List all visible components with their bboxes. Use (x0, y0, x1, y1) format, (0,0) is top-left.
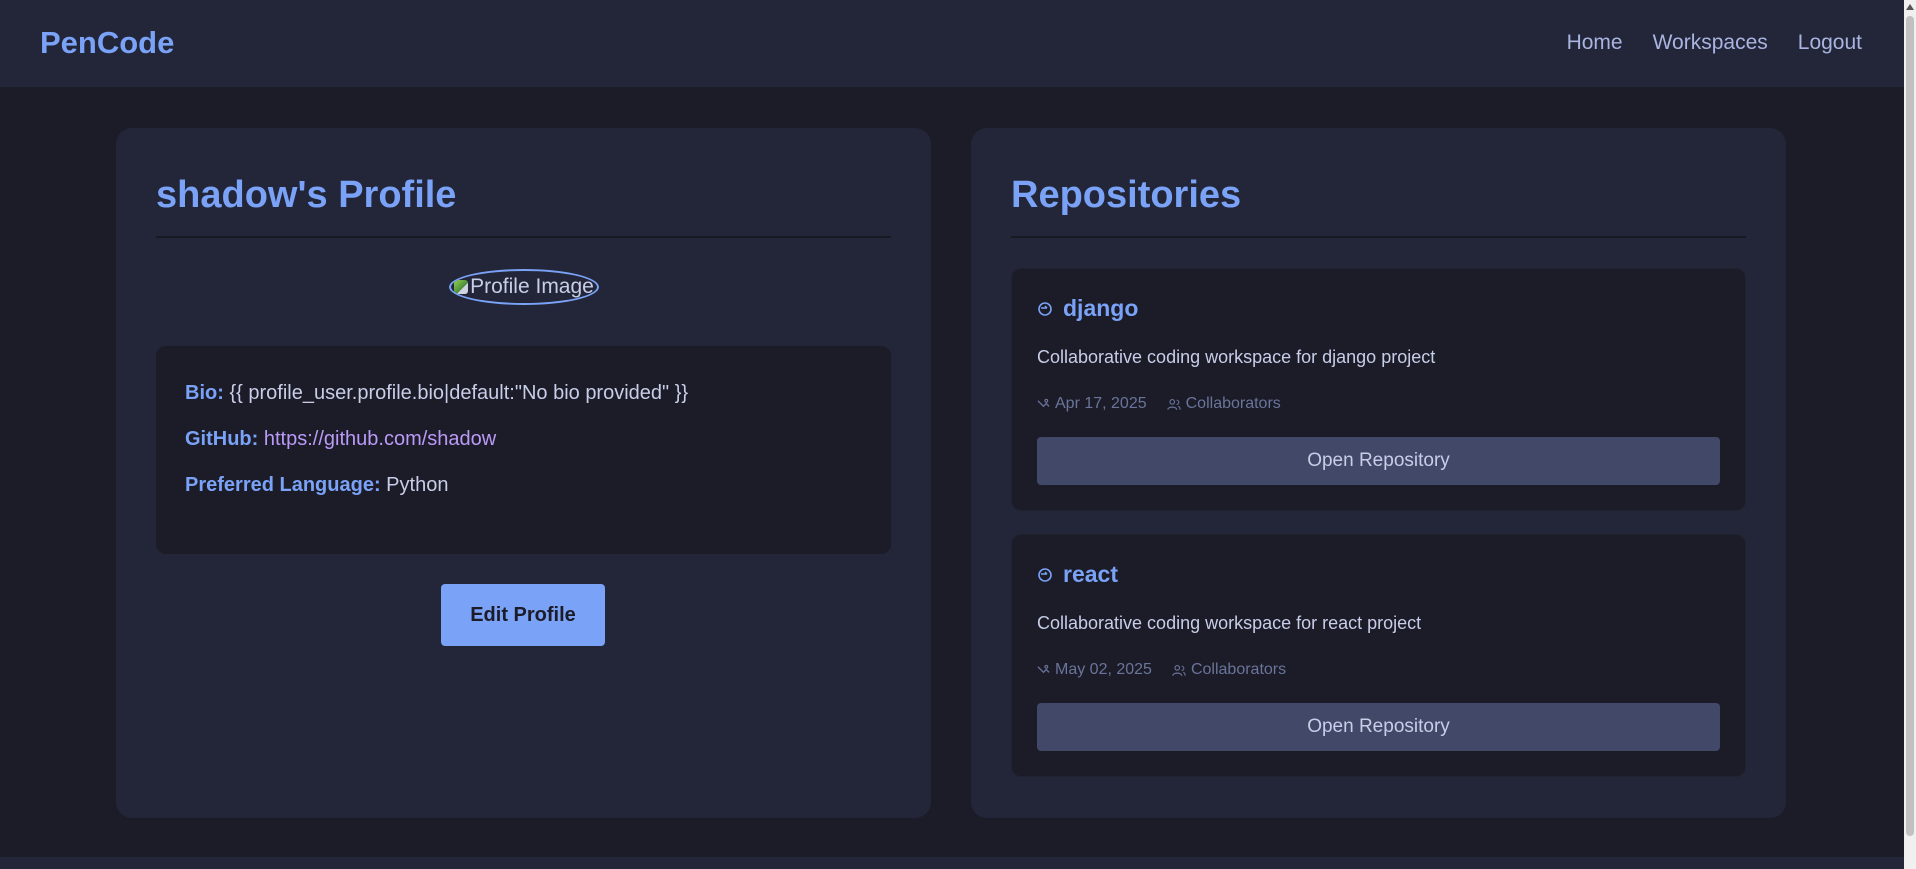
broken-image-icon (454, 280, 469, 294)
repositories-card: Repositories django Collaborative coding… (971, 128, 1786, 818)
top-navbar: PenCode Home Workspaces Logout (0, 0, 1904, 88)
scroll-up-arrow-icon[interactable] (1906, 4, 1914, 10)
repo-date-text: Apr 17, 2025 (1055, 395, 1147, 412)
calendar-icon (1037, 664, 1050, 673)
repo-name[interactable]: react (1063, 561, 1118, 588)
repo-meta: May 02, 2025 Collaborators (1037, 661, 1286, 679)
repo-collaborators-text: Collaborators (1185, 395, 1281, 412)
repo-name[interactable]: django (1063, 295, 1138, 322)
scrollbar-thumb[interactable] (1906, 16, 1914, 836)
repositories-title-divider (1011, 236, 1746, 238)
page-scrollbar[interactable] (1904, 0, 1916, 869)
git-branch-icon (1038, 301, 1052, 316)
repo-card: react Collaborative coding workspace for… (1011, 534, 1746, 777)
users-icon (1166, 398, 1181, 410)
open-repository-button[interactable]: Open Repository (1037, 437, 1720, 485)
users-icon (1172, 664, 1186, 676)
footer-strip (0, 857, 1904, 869)
nav-workspaces-link[interactable]: Workspaces (1653, 31, 1768, 55)
profile-info-box: Bio: {{ profile_user.profile.bio|default… (156, 346, 891, 554)
profile-image-alt: Profile Image (470, 275, 594, 298)
nav-logout-link[interactable]: Logout (1798, 31, 1862, 55)
github-link[interactable]: https://github.com/shadow (264, 428, 496, 450)
repo-collaborators: Collaborators (1166, 395, 1281, 413)
repo-date: May 02, 2025 (1037, 661, 1152, 679)
repo-date: Apr 17, 2025 (1037, 395, 1147, 413)
repo-description: Collaborative coding workspace for djang… (1037, 347, 1436, 367)
open-repository-button[interactable]: Open Repository (1037, 703, 1720, 751)
git-branch-icon (1038, 567, 1052, 582)
profile-title-divider (156, 236, 891, 238)
repo-card: django Collaborative coding workspace fo… (1011, 268, 1746, 511)
language-row: Preferred Language: Python (185, 474, 448, 497)
github-row: GitHub: https://github.com/shadow (185, 428, 496, 451)
language-label: Preferred Language: (185, 474, 381, 496)
profile-card: shadow's Profile Profile Image Bio: {{ p… (116, 128, 931, 818)
nav-home-link[interactable]: Home (1567, 31, 1623, 55)
profile-avatar: Profile Image (449, 269, 599, 305)
calendar-icon (1037, 398, 1050, 407)
nav-links: Home Workspaces Logout (1567, 31, 1862, 55)
repo-header: django (1037, 295, 1138, 322)
edit-profile-button[interactable]: Edit Profile (441, 584, 605, 646)
repo-description: Collaborative coding workspace for react… (1037, 613, 1422, 633)
brand-logo[interactable]: PenCode (40, 25, 174, 61)
repo-header: react (1037, 561, 1118, 588)
repo-collaborators: Collaborators (1172, 661, 1286, 679)
profile-title: shadow's Profile (156, 174, 457, 216)
language-value: Python (386, 474, 449, 496)
bio-label: Bio: (185, 382, 224, 404)
repo-meta: Apr 17, 2025 Collaborators (1037, 395, 1281, 413)
bio-value: {{ profile_user.profile.bio|default:"No … (229, 382, 689, 404)
github-label: GitHub: (185, 428, 259, 450)
repo-date-text: May 02, 2025 (1055, 661, 1152, 678)
bio-row: Bio: {{ profile_user.profile.bio|default… (185, 382, 688, 405)
repo-collaborators-text: Collaborators (1190, 661, 1287, 678)
repositories-title: Repositories (1011, 174, 1242, 216)
